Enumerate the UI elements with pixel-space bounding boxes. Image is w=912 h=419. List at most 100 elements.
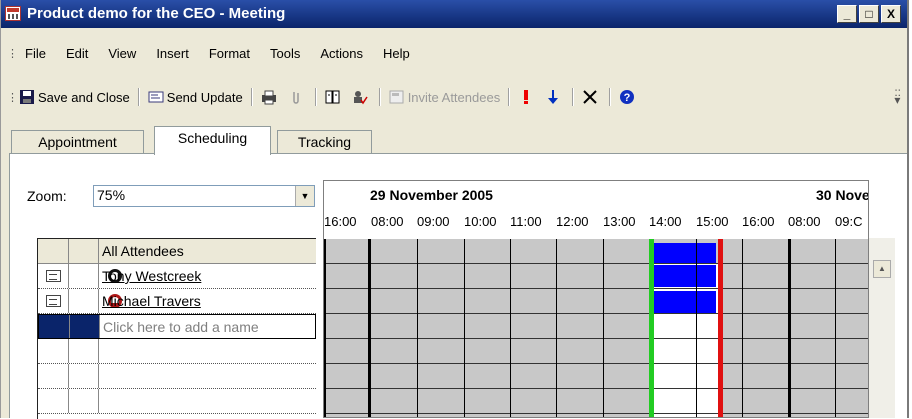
hour-label: 11:00 — [510, 214, 542, 229]
header-cell — [69, 239, 99, 263]
save-and-close-label: Save and Close — [38, 89, 130, 105]
tab-scheduling[interactable]: Scheduling — [154, 126, 271, 155]
column-divider — [603, 239, 604, 417]
hour-label: 09:00 — [417, 214, 450, 229]
tab-tracking[interactable]: Tracking — [277, 130, 372, 154]
toolbar-separator — [609, 88, 612, 106]
add-attendee-row[interactable]: Click here to add a name — [38, 314, 316, 339]
hour-label: 13:00 — [603, 214, 636, 229]
save-and-close-button[interactable]: Save and Close — [15, 89, 134, 105]
zoom-value: 75% — [97, 187, 126, 203]
date-label: 29 November 2005 — [370, 187, 493, 203]
check-names-button[interactable] — [348, 89, 375, 105]
low-importance-button[interactable] — [541, 89, 568, 105]
busy-block — [654, 243, 716, 263]
print-button[interactable] — [257, 89, 284, 105]
menu-edit[interactable]: Edit — [56, 46, 98, 61]
mail-icon[interactable] — [46, 295, 61, 307]
hour-label: 09:C — [835, 214, 863, 229]
attach-button[interactable] — [284, 89, 311, 105]
column-divider — [324, 239, 326, 417]
empty-cell — [38, 339, 69, 363]
hour-label: 15:00 — [696, 214, 729, 229]
address-book-button[interactable] — [321, 89, 348, 105]
meeting-icon — [5, 6, 21, 21]
mail-icon[interactable] — [46, 270, 61, 282]
toolbar-options-icon[interactable]: :: ▾ — [894, 86, 901, 106]
send-update-button[interactable]: Send Update — [144, 89, 247, 105]
menu-file[interactable]: File — [15, 46, 56, 61]
role-cell — [69, 289, 122, 313]
address-book-icon — [325, 89, 341, 105]
empty-row[interactable] — [38, 389, 316, 414]
menu-view[interactable]: View — [98, 46, 146, 61]
free-busy-grid[interactable] — [324, 239, 868, 417]
toolbar-separator — [137, 88, 140, 106]
column-divider — [464, 239, 465, 417]
add-name-placeholder[interactable]: Click here to add a name — [103, 319, 259, 335]
menu-grip-icon[interactable]: ⋮ — [7, 47, 18, 60]
title-bar: Product demo for the CEO - Meeting _ □ X — [1, 0, 907, 28]
day-divider — [368, 239, 371, 417]
hour-label: 08:00 — [371, 214, 404, 229]
invite-attendees-button[interactable]: Invite Attendees — [385, 89, 505, 105]
down-arrow-icon — [545, 89, 561, 105]
hour-label: 14:00 — [649, 214, 682, 229]
column-divider — [417, 239, 418, 417]
empty-cell — [69, 389, 99, 413]
attendee-header-row: All Attendees — [38, 239, 316, 264]
column-divider — [835, 239, 836, 417]
day-divider — [788, 239, 791, 417]
delete-button[interactable] — [578, 89, 605, 105]
empty-cell — [69, 364, 99, 388]
meeting-window: Product demo for the CEO - Meeting _ □ X… — [0, 0, 909, 419]
busy-block — [654, 291, 716, 313]
meeting-start-line[interactable] — [649, 239, 654, 417]
all-attendees-label[interactable]: All Attendees — [102, 243, 184, 259]
help-button[interactable]: ? — [615, 89, 642, 105]
maximize-button[interactable]: □ — [859, 5, 879, 23]
menu-actions[interactable]: Actions — [310, 46, 373, 61]
tab-appointment[interactable]: Appointment — [11, 130, 144, 154]
toolbar-grip-icon[interactable]: ⋮ — [7, 91, 18, 104]
date-label: 30 Noven — [816, 187, 869, 203]
menu-format[interactable]: Format — [199, 46, 260, 61]
vertical-scrollbar[interactable]: ▲ — [869, 238, 895, 418]
toolbar-separator — [378, 88, 381, 106]
attendee-row[interactable]: Michael Travers — [38, 289, 316, 314]
free-busy-timeline[interactable]: 29 November 2005 30 Noven 16:00 08:00 09… — [323, 180, 869, 418]
column-divider — [696, 239, 697, 417]
empty-row[interactable] — [38, 339, 316, 364]
menu-insert[interactable]: Insert — [146, 46, 199, 61]
role-cell — [69, 264, 122, 288]
exclamation-icon — [518, 89, 534, 105]
menu-help[interactable]: Help — [373, 46, 420, 61]
attendee-name[interactable]: Michael Travers — [102, 293, 201, 309]
chevron-down-icon[interactable]: ▼ — [295, 186, 314, 206]
empty-row[interactable] — [38, 364, 316, 389]
menu-tools[interactable]: Tools — [260, 46, 310, 61]
hour-label: 16:00 — [324, 214, 357, 229]
scroll-up-icon[interactable]: ▲ — [873, 260, 891, 278]
attendee-row[interactable]: Tony Westcreek — [38, 264, 316, 289]
send-cell — [38, 264, 69, 288]
toolbar-separator — [572, 88, 575, 106]
minimize-button[interactable]: _ — [837, 5, 857, 23]
attendee-name[interactable]: Tony Westcreek — [102, 268, 201, 284]
send-cell — [38, 289, 69, 313]
zoom-select[interactable]: 75% ▼ — [93, 185, 315, 207]
send-update-icon — [148, 89, 164, 105]
busy-block — [654, 265, 716, 287]
toolbar-separator — [250, 88, 253, 106]
toolbar-separator — [508, 88, 511, 106]
toolbar: ⋮ Save and Close Send Update Invite Atte… — [1, 84, 907, 110]
empty-cell — [38, 364, 69, 388]
selected-cell — [70, 315, 100, 338]
empty-cell — [69, 339, 99, 363]
meeting-end-line[interactable] — [718, 239, 723, 417]
save-icon — [19, 89, 35, 105]
high-importance-button[interactable] — [514, 89, 541, 105]
close-button[interactable]: X — [881, 5, 901, 23]
toolbar-separator — [314, 88, 317, 106]
printer-icon — [261, 89, 277, 105]
